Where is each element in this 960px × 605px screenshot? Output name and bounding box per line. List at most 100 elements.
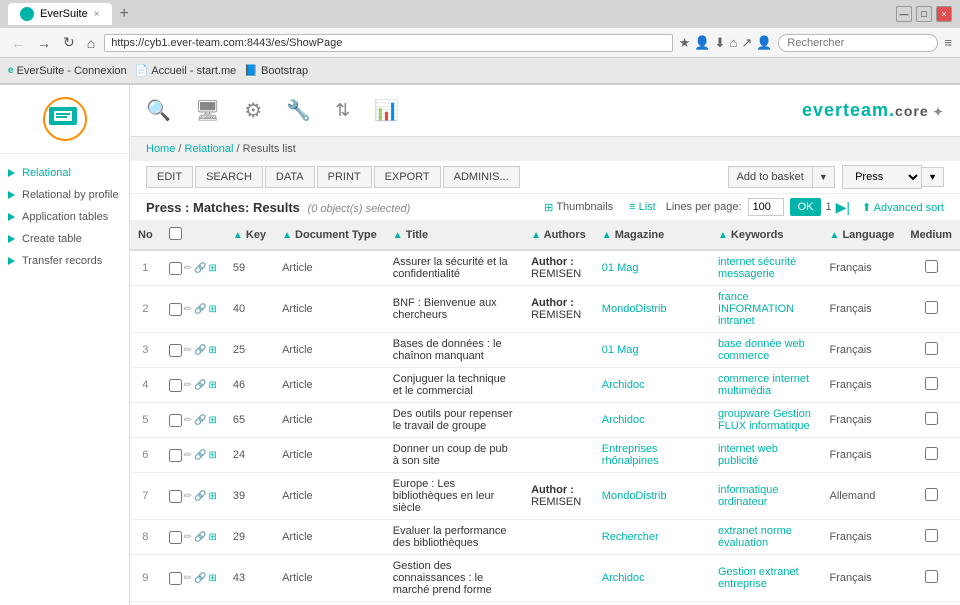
lines-per-page-input[interactable] [748, 198, 784, 216]
info-row-icon[interactable]: 🔗 [194, 573, 206, 584]
edit-row-icon[interactable]: ✏ [184, 380, 192, 391]
row-checkbox[interactable] [169, 414, 182, 427]
info-row-icon[interactable]: 🔗 [194, 380, 206, 391]
info-row-icon[interactable]: 🔗 [194, 345, 206, 356]
col-key[interactable]: ▲ Key [225, 221, 274, 250]
add-to-basket-dropdown[interactable]: ▼ [813, 168, 834, 186]
magazine-link[interactable]: Archidoc [602, 414, 645, 426]
edit-row-icon[interactable]: ✏ [184, 415, 192, 426]
magazine-link[interactable]: MondoDistrib [602, 303, 667, 315]
search-tool-btn[interactable]: 🔍 [146, 98, 171, 123]
medium-checkbox[interactable] [925, 447, 938, 460]
info-row-icon[interactable]: 🔗 [194, 263, 206, 274]
col-keywords[interactable]: ▲ Keywords [710, 221, 822, 250]
medium-checkbox[interactable] [925, 377, 938, 390]
sidebar-item-app-tables[interactable]: Application tables [0, 206, 129, 228]
edit-btn[interactable]: EDIT [146, 166, 193, 188]
magazine-link[interactable]: MondoDistrib [602, 490, 667, 502]
medium-checkbox[interactable] [925, 488, 938, 501]
edit-row-icon[interactable]: ✏ [184, 532, 192, 543]
arrows-tool-btn[interactable]: ⇅ [335, 100, 350, 121]
edit-row-icon[interactable]: ✏ [184, 304, 192, 315]
magazine-link[interactable]: 01 Mag [602, 262, 639, 274]
next-page-btn[interactable]: ▶| [836, 199, 850, 216]
medium-checkbox[interactable] [925, 301, 938, 314]
magazine-link[interactable]: Entreprises rhônalpines [602, 443, 659, 467]
row-checkbox[interactable] [169, 531, 182, 544]
info-row-icon[interactable]: 🔗 [194, 450, 206, 461]
bookmark-bootstrap[interactable]: 📘 Bootstrap [244, 64, 308, 77]
home-toolbar-btn[interactable]: ⌂ [729, 35, 737, 50]
tab-close-btn[interactable]: × [94, 9, 100, 20]
cell-magazine[interactable]: Archidoc [594, 602, 710, 605]
info-row-icon[interactable]: 🔗 [194, 532, 206, 543]
cell-magazine[interactable]: Entreprises rhônalpines [594, 438, 710, 473]
expand-row-icon[interactable]: ⊞ [209, 345, 217, 356]
advanced-sort-link[interactable]: ⬆ Advanced sort [862, 201, 944, 214]
expand-row-icon[interactable]: ⊞ [209, 380, 217, 391]
cell-magazine[interactable]: Archidoc [594, 403, 710, 438]
expand-row-icon[interactable]: ⊞ [209, 491, 217, 502]
thumbnails-view-btn[interactable]: ⊞ Thumbnails [538, 199, 619, 216]
breadcrumb-relational[interactable]: Relational [185, 143, 234, 155]
share-btn[interactable]: ↗ [741, 35, 752, 51]
list-view-btn[interactable]: ≡ List [623, 199, 662, 216]
account-btn[interactable]: 👤 [756, 35, 772, 51]
edit-row-icon[interactable]: ✏ [184, 491, 192, 502]
keywords-text[interactable]: internet sécurité messagerie [718, 256, 796, 280]
menu-btn[interactable]: ≡ [944, 35, 952, 50]
forward-btn[interactable]: → [34, 35, 54, 51]
col-magazine[interactable]: ▲ Magazine [594, 221, 710, 250]
info-row-icon[interactable]: 🔗 [194, 491, 206, 502]
new-tab-btn[interactable]: + [120, 5, 129, 23]
keywords-text[interactable]: internet web publicité [718, 443, 778, 467]
home-btn[interactable]: ⌂ [84, 35, 98, 51]
bookmark-accueil[interactable]: 📄 Accueil - start.me [135, 64, 237, 77]
monitor-tool-btn[interactable]: 🖥 [195, 98, 220, 123]
add-to-basket-btn[interactable]: Add to basket [729, 167, 813, 187]
expand-row-icon[interactable]: ⊞ [209, 415, 217, 426]
export-btn[interactable]: EXPORT [374, 166, 441, 188]
select-all-checkbox[interactable] [169, 227, 182, 240]
print-btn[interactable]: PRINT [317, 166, 372, 188]
medium-checkbox[interactable] [925, 342, 938, 355]
expand-row-icon[interactable]: ⊞ [209, 263, 217, 274]
medium-checkbox[interactable] [925, 260, 938, 273]
cell-magazine[interactable]: Archidoc [594, 368, 710, 403]
magazine-link[interactable]: Archidoc [602, 572, 645, 584]
keywords-text[interactable]: informatique ordinateur [718, 484, 779, 508]
col-doctype[interactable]: ▲ Document Type [274, 221, 385, 250]
ok-btn[interactable]: OK [790, 198, 822, 216]
keywords-text[interactable]: base donnée web commerce [718, 338, 805, 362]
download-btn[interactable]: ⬇ [715, 35, 726, 51]
row-checkbox[interactable] [169, 449, 182, 462]
back-btn[interactable]: ← [8, 35, 28, 51]
col-language[interactable]: ▲ Language [821, 221, 902, 250]
gear-tool-btn[interactable]: ⚙ [244, 98, 262, 123]
user-icon-btn[interactable]: 👤 [694, 35, 710, 51]
expand-row-icon[interactable]: ⊞ [209, 450, 217, 461]
maximize-btn[interactable]: □ [916, 6, 932, 22]
adminis-btn[interactable]: ADMINIS... [443, 166, 520, 188]
press-dropdown-arrow[interactable]: ▼ [922, 167, 944, 187]
data-btn[interactable]: DATA [265, 166, 315, 188]
keywords-text[interactable]: france INFORMATION intranet [718, 291, 794, 327]
medium-checkbox[interactable] [925, 570, 938, 583]
cell-magazine[interactable]: 01 Mag [594, 250, 710, 286]
sidebar-item-create-table[interactable]: Create table [0, 228, 129, 250]
row-checkbox[interactable] [169, 572, 182, 585]
magazine-link[interactable]: Rechercher [602, 531, 659, 543]
minimize-btn[interactable]: — [896, 6, 912, 22]
info-row-icon[interactable]: 🔗 [194, 304, 206, 315]
close-btn[interactable]: × [936, 6, 952, 22]
col-title[interactable]: ▲ Title [385, 221, 523, 250]
press-select[interactable]: Press [842, 165, 922, 189]
keywords-text[interactable]: Gestion extranet entreprise [718, 566, 799, 590]
row-checkbox[interactable] [169, 262, 182, 275]
row-checkbox[interactable] [169, 490, 182, 503]
bookmark-star-btn[interactable]: ★ [679, 35, 691, 51]
cell-magazine[interactable]: MondoDistrib [594, 473, 710, 520]
keywords-text[interactable]: groupware Gestion FLUX informatique [718, 408, 811, 432]
row-checkbox[interactable] [169, 303, 182, 316]
magazine-link[interactable]: Archidoc [602, 379, 645, 391]
